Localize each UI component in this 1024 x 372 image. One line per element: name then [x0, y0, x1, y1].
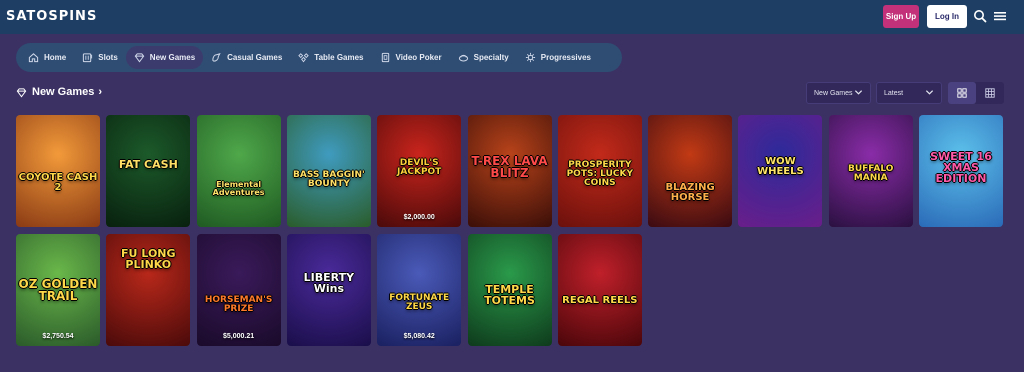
diamond-icon	[16, 87, 27, 97]
game-tile[interactable]: HORSEMAN'S PRIZE $5,000.21	[196, 234, 281, 346]
top-header: SATOSPINS Sign Up Log In	[0, 0, 1024, 34]
game-title: REGAL REELS	[562, 295, 638, 306]
game-title: BLAZING HORSE	[665, 182, 715, 203]
section-title-label: New Games	[32, 86, 95, 98]
chevron-right-icon: ›	[98, 86, 103, 98]
game-title: DEVIL'S JACKPOT	[397, 158, 442, 177]
chevron-down-icon	[925, 90, 934, 95]
nav-progressives[interactable]: Progressives	[517, 46, 599, 69]
table-icon	[298, 53, 310, 63]
game-title: FU LONG PLINKO	[121, 247, 176, 271]
jackpot-amount: $5,080.42	[403, 333, 435, 340]
game-tile[interactable]: LIBERTY Wins	[286, 234, 371, 346]
sign-up-button[interactable]: Sign Up	[883, 5, 919, 28]
game-tile[interactable]: FAT CASH	[106, 115, 191, 227]
nav-slots[interactable]: Slots	[74, 46, 126, 69]
nav-specialty[interactable]: Specialty	[450, 46, 517, 69]
progressive-icon	[525, 52, 535, 63]
nav-home[interactable]: Home	[20, 46, 74, 69]
game-tile[interactable]: FU LONG PLINKO	[106, 234, 191, 346]
nav-casual-games[interactable]: Casual Games	[203, 46, 290, 69]
game-title: OZ GOLDEN TRAIL	[18, 277, 98, 303]
game-title: COYOTE CASH 2	[18, 172, 98, 193]
list-grid-icon	[985, 88, 995, 98]
grid-icon	[957, 88, 967, 98]
game-tile[interactable]: OZ GOLDEN TRAIL $2,750.54	[16, 234, 100, 346]
game-tile[interactable]: REGAL REELS	[557, 234, 642, 346]
game-title: BASS BAGGIN' BOUNTY	[293, 170, 365, 189]
nav-new-games-label: New Games	[149, 53, 196, 62]
site-logo[interactable]: SATOSPINS	[6, 9, 97, 24]
game-tile[interactable]: BUFFALO MANIA	[828, 115, 913, 227]
nav-progressives-label: Progressives	[540, 53, 592, 62]
game-tile[interactable]: BASS BAGGIN' BOUNTY	[286, 115, 371, 227]
game-title: TEMPLE TOTEMS	[484, 283, 535, 307]
home-icon	[28, 53, 39, 63]
nav-table-games[interactable]: Table Games	[290, 46, 371, 69]
slots-icon	[83, 53, 93, 63]
game-title: SWEET 16 XMAS EDITION	[930, 150, 992, 185]
game-filter-select[interactable]: New Games	[806, 82, 871, 104]
game-tile[interactable]: Elemental Adventures	[196, 115, 281, 227]
nav-home-label: Home	[44, 53, 67, 62]
hamburger-menu-icon[interactable]	[993, 9, 1007, 23]
game-title: T-REX LAVA BLITZ	[471, 154, 548, 180]
diamond-icon	[134, 53, 145, 63]
nav-casual-games-label: Casual Games	[227, 53, 283, 62]
game-filter-value: New Games	[814, 89, 853, 97]
game-title: FAT CASH	[118, 158, 178, 171]
casual-icon	[212, 53, 221, 62]
jackpot-amount: $2,000.00	[403, 214, 435, 221]
game-tile[interactable]: TEMPLE TOTEMS	[467, 234, 552, 346]
view-toggle	[948, 82, 1004, 104]
game-title: Elemental Adventures	[212, 180, 265, 197]
nav-specialty-label: Specialty	[473, 53, 509, 62]
game-title: WOW WHEELS	[757, 156, 804, 177]
game-tile[interactable]: PROSPERITY POTS: LUCKY COINS	[557, 115, 642, 227]
nav-table-games-label: Table Games	[314, 53, 364, 62]
section-title[interactable]: New Games ›	[16, 86, 102, 98]
specialty-icon	[458, 54, 468, 62]
jackpot-amount: $2,750.54	[42, 333, 74, 340]
game-tile[interactable]: DEVIL'S JACKPOT $2,000.00	[377, 115, 462, 227]
nav-video-poker-label: Video Poker	[395, 53, 442, 62]
game-title: HORSEMAN'S PRIZE	[204, 295, 273, 314]
nav-video-poker[interactable]: Video Poker	[372, 46, 450, 69]
game-tile[interactable]: FORTUNATE ZEUS $5,080.42	[377, 234, 462, 346]
sort-order-select[interactable]: Latest	[876, 82, 942, 104]
game-tile[interactable]: SWEET 16 XMAS EDITION	[919, 115, 1003, 227]
poker-icon	[381, 52, 389, 63]
game-tile[interactable]: BLAZING HORSE	[648, 115, 733, 227]
game-title: LIBERTY Wins	[303, 271, 355, 295]
chevron-down-icon	[854, 90, 863, 95]
nav-new-games[interactable]: New Games	[125, 46, 204, 69]
game-tile[interactable]: WOW WHEELS	[738, 115, 823, 227]
category-nav: Home Slots New Games Casual Games Table …	[16, 43, 622, 72]
log-in-button[interactable]: Log In	[927, 5, 967, 28]
list-view-button[interactable]	[976, 82, 1004, 104]
game-tile[interactable]: T-REX LAVA BLITZ	[467, 115, 552, 227]
game-title: FORTUNATE ZEUS	[389, 293, 450, 312]
jackpot-amount: $5,000.21	[223, 333, 255, 340]
game-title: BUFFALO MANIA	[847, 164, 894, 183]
grid-view-button[interactable]	[948, 82, 976, 104]
game-tile[interactable]: COYOTE CASH 2	[16, 115, 100, 227]
game-title: PROSPERITY POTS: LUCKY COINS	[566, 160, 633, 188]
search-icon[interactable]	[973, 9, 987, 23]
sort-order-value: Latest	[884, 89, 904, 97]
nav-slots-label: Slots	[98, 53, 118, 62]
